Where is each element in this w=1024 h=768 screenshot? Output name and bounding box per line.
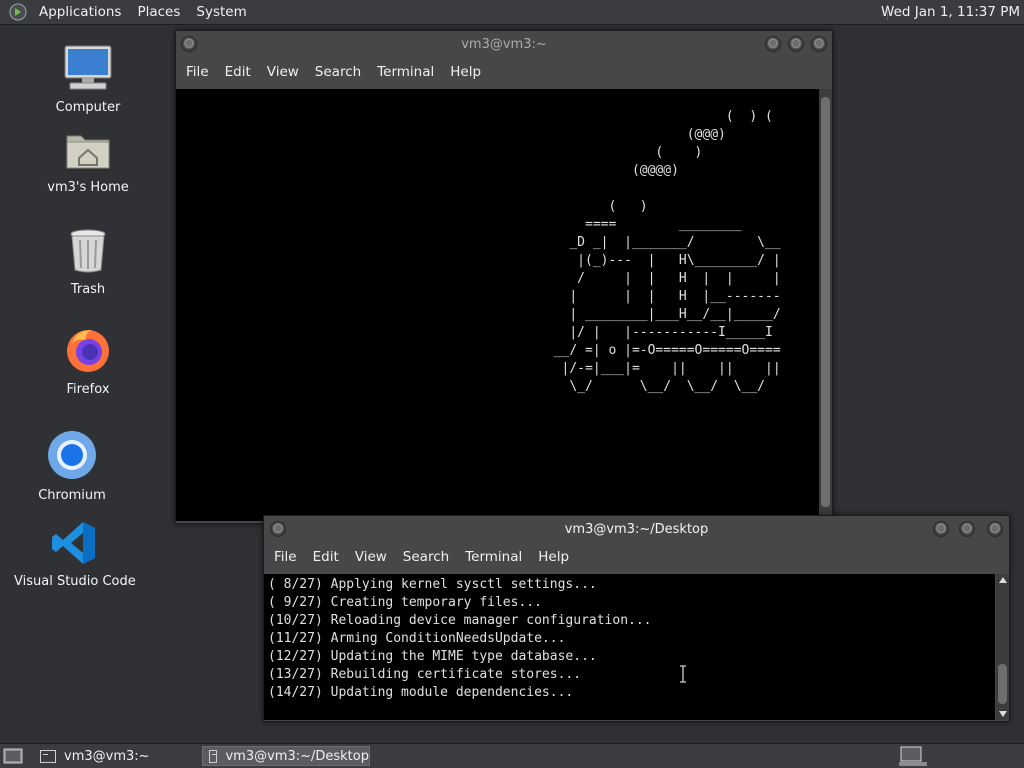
desktop-icon-computer[interactable]: Computer	[48, 44, 128, 115]
firefox-icon	[67, 330, 109, 372]
menu-edit[interactable]: Edit	[306, 549, 348, 565]
trash-icon	[70, 229, 106, 273]
text-cursor-icon	[680, 665, 686, 683]
workspace-switcher-icon[interactable]	[898, 745, 928, 767]
menu-help[interactable]: Help	[443, 64, 490, 80]
terminal-line: (11/27) Arming ConditionNeedsUpdate...	[268, 631, 566, 646]
terminal-window-home[interactable]: vm3@vm3:~ File Edit View Search Terminal…	[175, 30, 833, 524]
desktop-icon-chromium[interactable]: Chromium	[32, 430, 112, 503]
applications-menu[interactable]: Applications	[31, 4, 129, 20]
home-folder-icon	[66, 135, 110, 169]
terminal-line: (14/27) Updating module dependencies...	[268, 685, 574, 700]
menu-search[interactable]: Search	[308, 64, 370, 80]
terminal-window-desktop[interactable]: vm3@vm3:~/Desktop File Edit View Search …	[263, 515, 1010, 722]
scrollbar[interactable]	[819, 89, 832, 521]
desktop-icon-firefox[interactable]: Firefox	[48, 326, 128, 397]
distro-logo-icon[interactable]	[9, 3, 27, 21]
terminal-output[interactable]: ( ) ( (@@@) ( ) (@@@@) () ==== ________…	[176, 89, 819, 521]
terminal-line: (13/27) Rebuilding certificate stores...	[268, 667, 582, 682]
desktop-icon-label: Visual Studio Code	[14, 574, 136, 589]
terminal-line: ( 8/27) Applying kernel sysctl settings.…	[268, 577, 597, 592]
scroll-down-arrow-icon[interactable]	[999, 711, 1007, 717]
scrollbar-thumb[interactable]	[821, 97, 830, 507]
minimize-button[interactable]	[765, 36, 781, 52]
desktop-icon-label: Chromium	[38, 488, 106, 503]
window-titlebar[interactable]: vm3@vm3:~	[176, 31, 832, 57]
scroll-up-arrow-icon[interactable]	[999, 577, 1007, 583]
maximize-button[interactable]	[788, 36, 804, 52]
menu-search[interactable]: Search	[396, 549, 458, 565]
desktop-icon-label: Trash	[70, 282, 106, 297]
taskbar-button-vm3-desktop[interactable]: vm3@vm3:~/Desktop	[202, 746, 370, 766]
window-title: vm3@vm3:~/Desktop	[564, 522, 709, 537]
window-titlebar[interactable]: vm3@vm3:~/Desktop	[264, 516, 1009, 542]
terminal-icon	[209, 749, 218, 763]
maximize-button[interactable]	[959, 521, 975, 537]
menu-view[interactable]: View	[260, 64, 308, 80]
terminal-output[interactable]: ( 8/27) Applying kernel sysctl settings.…	[264, 574, 995, 720]
scrollbar-thumb[interactable]	[998, 664, 1007, 704]
scrollbar[interactable]	[996, 574, 1009, 720]
close-button[interactable]	[811, 36, 827, 52]
desktop-icon-label: vm3's Home	[47, 180, 129, 195]
taskbar-button-vm3-home[interactable]: vm3@vm3:~	[34, 746, 198, 766]
chromium-icon	[48, 431, 96, 479]
desktop-icon-vscode[interactable]: Visual Studio Code	[14, 520, 136, 589]
ascii-art-train: ( ) ( (@@@) ( ) (@@@@) () ==== ________…	[553, 109, 781, 394]
desktop-icon-label: Firefox	[66, 382, 110, 397]
terminal-line: (12/27) Updating the MIME type database.…	[268, 649, 597, 664]
menu-edit[interactable]: Edit	[218, 64, 260, 80]
minimize-button[interactable]	[933, 521, 949, 537]
show-desktop-icon[interactable]	[3, 747, 23, 765]
places-menu[interactable]: Places	[129, 4, 188, 20]
menu-file[interactable]: File	[267, 549, 306, 565]
menu-terminal[interactable]: Terminal	[458, 549, 531, 565]
bottom-panel: vm3@vm3:~ vm3@vm3:~/Desktop	[0, 743, 1024, 768]
desktop-icon-label: Computer	[55, 100, 121, 115]
menu-terminal[interactable]: Terminal	[370, 64, 443, 80]
task-label: vm3@vm3:~/Desktop	[225, 748, 369, 764]
menu-help[interactable]: Help	[531, 549, 578, 565]
clock[interactable]: Wed Jan 1, 11:37 PM	[881, 4, 1020, 20]
top-panel: Applications Places System Wed Jan 1, 11…	[0, 0, 1024, 25]
computer-icon	[64, 45, 112, 90]
task-label: vm3@vm3:~	[64, 748, 150, 764]
terminal-icon	[40, 749, 56, 763]
window-title: vm3@vm3:~	[461, 37, 547, 52]
desktop-icon-trash[interactable]: Trash	[48, 228, 128, 297]
terminal-line: (10/27) Reloading device manager configu…	[268, 613, 652, 628]
menu-file[interactable]: File	[179, 64, 218, 80]
close-button[interactable]	[987, 521, 1003, 537]
desktop-icon-home[interactable]: vm3's Home	[40, 128, 136, 195]
menu-view[interactable]: View	[348, 549, 396, 565]
menubar: File Edit View Search Terminal Help	[176, 57, 832, 87]
vscode-icon	[52, 522, 95, 564]
system-menu[interactable]: System	[188, 4, 254, 20]
terminal-line: ( 9/27) Creating temporary files...	[268, 595, 542, 610]
menubar: File Edit View Search Terminal Help	[264, 542, 1009, 572]
